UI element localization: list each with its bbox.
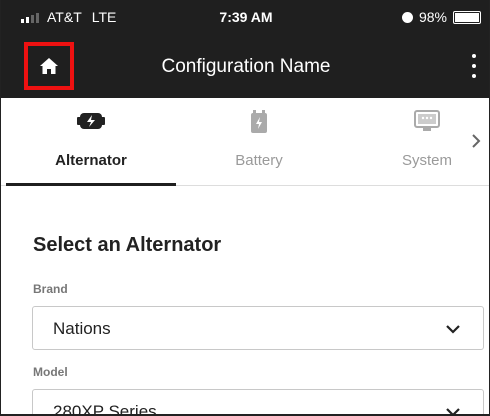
model-select[interactable]: 280XP Series [32,389,484,416]
status-bar: AT&T LTE 7:39 AM 98% [1,0,489,34]
battery-percent: 98% [418,9,447,25]
more-options-button[interactable] [467,52,481,80]
app-bar: Configuration Name [1,34,489,98]
model-value: 280XP Series [53,402,157,416]
model-label: Model [33,365,68,379]
section-heading: Select an Alternator [33,234,222,256]
tab-battery[interactable]: Battery [174,98,344,185]
tab-bar: Alternator Battery System [1,98,489,186]
chevron-right-icon[interactable] [465,130,487,152]
system-icon [414,110,440,131]
battery-level-icon [453,10,481,24]
kebab-menu-icon [472,54,476,58]
app-screen: AT&T LTE 7:39 AM 98% Configuration Name [0,0,490,416]
brand-value: Nations [53,319,111,338]
alternator-form: Select an Alternator Brand Nations Model… [1,186,489,416]
alternator-icon [77,113,105,129]
brand-label: Brand [33,282,68,296]
chevron-down-icon [446,408,460,414]
chevron-down-icon [446,325,460,334]
tab-label: Battery [235,152,283,169]
tab-label: System [401,152,452,169]
brand-select[interactable]: Nations [32,306,484,350]
alarm-icon [401,11,413,23]
page-title: Configuration Name [161,56,331,77]
battery-status: 98% [401,9,481,25]
tab-alternator[interactable]: Alternator [6,98,176,186]
battery-icon [251,110,267,133]
tab-label: Alternator [55,152,127,169]
